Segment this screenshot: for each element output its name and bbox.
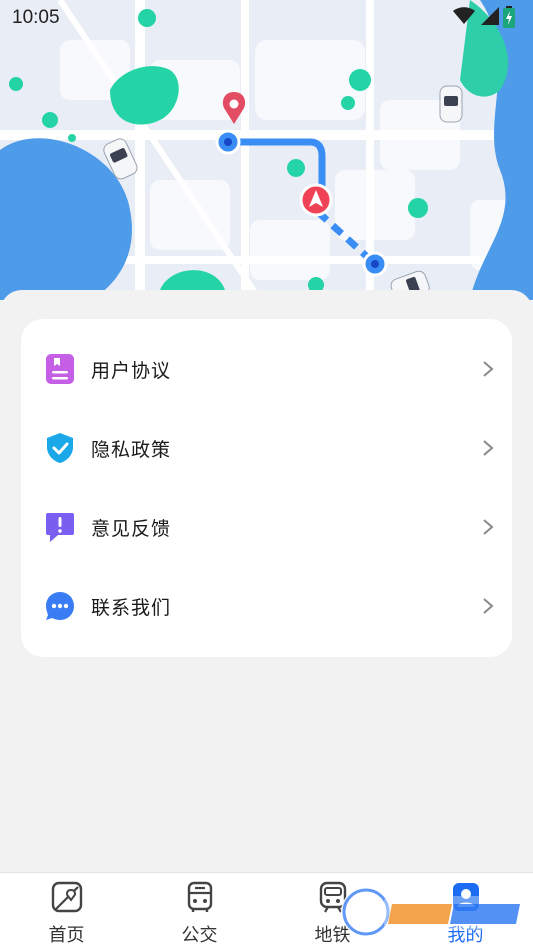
tab-home[interactable]: 首页 (0, 873, 133, 948)
menu-item-feedback[interactable]: 意见反馈 (21, 487, 512, 567)
chevron-right-icon (483, 519, 494, 535)
shield-check-icon (47, 433, 73, 463)
menu-card: 用户协议 隐私政策 意见反馈 联系我们 (21, 319, 512, 657)
chevron-right-icon (483, 361, 494, 377)
tab-label: 公交 (181, 925, 218, 945)
wifi-icon (453, 7, 475, 24)
menu-item-user-agreement[interactable]: 用户协议 (21, 329, 512, 409)
chevron-right-icon (483, 440, 494, 456)
signal-icon (481, 7, 499, 25)
feedback-icon (46, 513, 74, 542)
menu-item-contact-us[interactable]: 联系我们 (21, 566, 512, 646)
status-time: 10:05 (12, 7, 60, 28)
bus-icon (187, 881, 212, 912)
status-icons (453, 7, 499, 25)
map-graphic (0, 0, 533, 300)
menu-item-label: 隐私政策 (91, 439, 172, 461)
menu-item-privacy-policy[interactable]: 隐私政策 (21, 408, 512, 488)
map-illustration (0, 0, 533, 300)
watermark-logo (341, 887, 524, 937)
document-icon (46, 354, 74, 384)
chevron-right-icon (483, 598, 494, 614)
menu-item-label: 联系我们 (91, 597, 172, 619)
tab-bus[interactable]: 公交 (133, 873, 266, 948)
battery-icon (503, 6, 515, 28)
menu-item-label: 意见反馈 (91, 518, 172, 540)
status-bar: 10:05 (0, 0, 533, 36)
chat-icon (46, 592, 74, 620)
tab-label: 首页 (48, 925, 85, 945)
map-icon (51, 881, 82, 913)
menu-item-label: 用户协议 (91, 360, 172, 382)
